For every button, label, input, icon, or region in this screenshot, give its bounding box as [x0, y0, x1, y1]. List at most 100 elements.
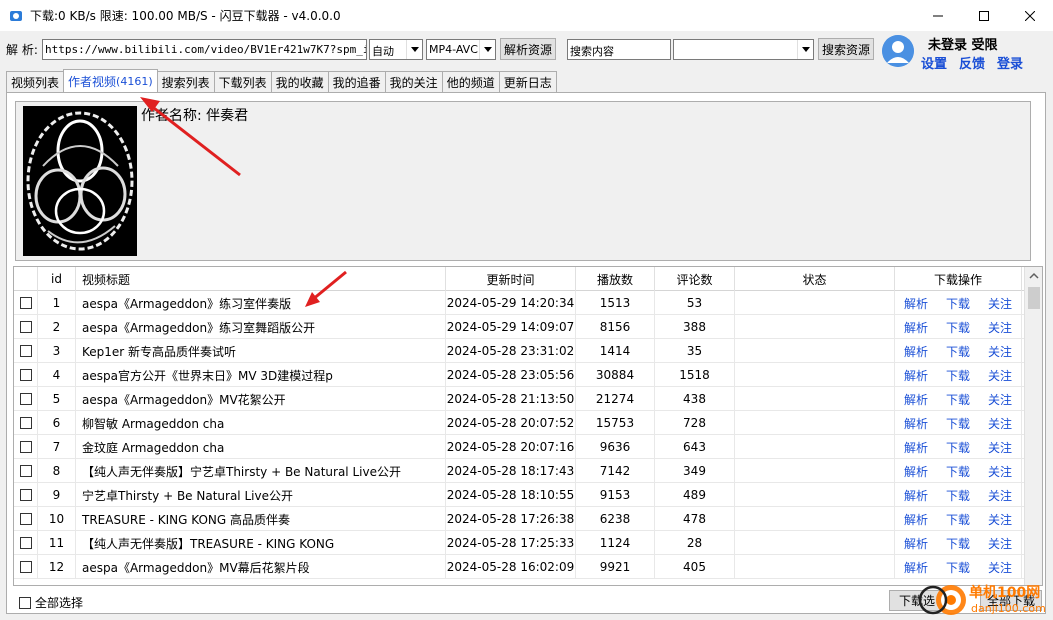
header-status[interactable]: 状态: [735, 267, 895, 291]
row-checkbox-box[interactable]: [19, 465, 32, 477]
row-checkbox-box[interactable]: [19, 297, 32, 309]
table-row[interactable]: 1 aespa《Armageddon》练习室伴奏版 2024-05-29 14:20…: [14, 291, 1024, 315]
follow-link[interactable]: 关注: [988, 367, 1012, 384]
tab-following[interactable]: 我的关注: [384, 71, 443, 92]
settings-link[interactable]: 设置: [921, 53, 947, 72]
row-checkbox-box[interactable]: [19, 537, 32, 549]
tab-download-list[interactable]: 下载列表: [213, 71, 272, 92]
row-checkbox[interactable]: [14, 507, 38, 531]
search-input[interactable]: 搜索内容: [567, 39, 671, 60]
row-checkbox-box[interactable]: [19, 417, 32, 429]
tab-changelog[interactable]: 更新日志: [498, 71, 557, 92]
row-checkbox[interactable]: [14, 387, 38, 411]
parse-link[interactable]: 解析: [904, 511, 928, 528]
download-link[interactable]: 下载: [946, 415, 970, 432]
download-link[interactable]: 下载: [946, 487, 970, 504]
parse-link[interactable]: 解析: [904, 391, 928, 408]
parse-link[interactable]: 解析: [904, 487, 928, 504]
row-checkbox-box[interactable]: [19, 321, 32, 333]
row-checkbox-box[interactable]: [19, 393, 32, 405]
follow-link[interactable]: 关注: [988, 295, 1012, 312]
follow-link[interactable]: 关注: [988, 319, 1012, 336]
parse-link[interactable]: 解析: [904, 295, 928, 312]
header-plays[interactable]: 播放数: [576, 267, 655, 291]
tab-favorites[interactable]: 我的收藏: [270, 71, 329, 92]
download-link[interactable]: 下载: [946, 463, 970, 480]
row-checkbox[interactable]: [14, 555, 38, 579]
row-checkbox-box[interactable]: [19, 369, 32, 381]
row-checkbox[interactable]: [14, 363, 38, 387]
parse-link[interactable]: 解析: [904, 415, 928, 432]
download-link[interactable]: 下载: [946, 559, 970, 576]
table-row[interactable]: 2 aespa《Armageddon》练习室舞蹈版公开 2024-05-29 14:…: [14, 315, 1024, 339]
parse-link[interactable]: 解析: [904, 343, 928, 360]
row-checkbox-box[interactable]: [19, 561, 32, 573]
parse-link[interactable]: 解析: [904, 367, 928, 384]
follow-link[interactable]: 关注: [988, 511, 1012, 528]
parse-link[interactable]: 解析: [904, 463, 928, 480]
search-button[interactable]: 搜索资源: [818, 38, 874, 60]
tab-following-series[interactable]: 我的追番: [327, 71, 386, 92]
row-checkbox[interactable]: [14, 291, 38, 315]
row-checkbox-box[interactable]: [19, 345, 32, 357]
follow-link[interactable]: 关注: [988, 439, 1012, 456]
search-combo[interactable]: [673, 39, 814, 60]
tab-search-list[interactable]: 搜索列表: [156, 71, 215, 92]
parse-link[interactable]: 解析: [904, 559, 928, 576]
table-row[interactable]: 12 aespa《Armageddon》MV幕后花絮片段 2024-05-28 16…: [14, 555, 1024, 579]
header-comments[interactable]: 评论数: [655, 267, 735, 291]
download-link[interactable]: 下载: [946, 367, 970, 384]
select-all[interactable]: 全部选择: [19, 594, 83, 611]
row-checkbox[interactable]: [14, 339, 38, 363]
follow-link[interactable]: 关注: [988, 463, 1012, 480]
follow-link[interactable]: 关注: [988, 343, 1012, 360]
tab-channels[interactable]: 他的频道: [441, 71, 500, 92]
parse-link[interactable]: 解析: [904, 319, 928, 336]
row-checkbox[interactable]: [14, 315, 38, 339]
follow-link[interactable]: 关注: [988, 415, 1012, 432]
row-checkbox-box[interactable]: [19, 513, 32, 525]
tab-video-list[interactable]: 视频列表: [6, 71, 65, 92]
header-time[interactable]: 更新时间: [446, 267, 576, 291]
parse-button[interactable]: 解析资源: [500, 38, 556, 60]
parse-link[interactable]: 解析: [904, 535, 928, 552]
header-title[interactable]: 视频标题: [76, 267, 446, 291]
parse-link[interactable]: 解析: [904, 439, 928, 456]
feedback-link[interactable]: 反馈: [959, 53, 985, 72]
row-checkbox-box[interactable]: [19, 489, 32, 501]
avatar[interactable]: [882, 35, 914, 67]
table-row[interactable]: 4 aespa官方公开《世界末日》MV 3D建模过程p 2024-05-28 23:…: [14, 363, 1024, 387]
row-checkbox-box[interactable]: [19, 441, 32, 453]
follow-link[interactable]: 关注: [988, 487, 1012, 504]
download-link[interactable]: 下载: [946, 439, 970, 456]
download-link[interactable]: 下载: [946, 343, 970, 360]
tab-author-videos[interactable]: 作者视频 (4161): [63, 69, 158, 92]
download-link[interactable]: 下载: [946, 319, 970, 336]
table-row[interactable]: 3 Kep1er 新专高品质伴奏试听 2024-05-28 23:31:02 1414…: [14, 339, 1024, 363]
table-row[interactable]: 9 宁艺卓Thirsty + Be Natural Live公开 2024-05-2…: [14, 483, 1024, 507]
quality-select[interactable]: 自动: [369, 39, 423, 60]
download-link[interactable]: 下载: [946, 535, 970, 552]
row-checkbox[interactable]: [14, 459, 38, 483]
row-checkbox[interactable]: [14, 435, 38, 459]
vertical-scrollbar[interactable]: [1024, 267, 1042, 585]
minimize-button[interactable]: [915, 0, 961, 31]
follow-link[interactable]: 关注: [988, 391, 1012, 408]
row-checkbox[interactable]: [14, 531, 38, 555]
follow-link[interactable]: 关注: [988, 559, 1012, 576]
header-id[interactable]: id: [38, 267, 76, 291]
close-button[interactable]: [1007, 0, 1053, 31]
download-link[interactable]: 下载: [946, 295, 970, 312]
table-row[interactable]: 11 【纯人声无伴奏版】TREASURE - KING KONG 2024-05-2…: [14, 531, 1024, 555]
table-row[interactable]: 8 【纯人声无伴奏版】宁艺卓Thirsty + Be Natural Live公开…: [14, 459, 1024, 483]
table-row[interactable]: 5 aespa《Armageddon》MV花絮公开 2024-05-28 21:13…: [14, 387, 1024, 411]
url-input[interactable]: https://www.bilibili.com/video/BV1Er421w…: [42, 39, 367, 60]
select-all-checkbox[interactable]: [19, 596, 31, 609]
table-row[interactable]: 6 柳智敏 Armageddon cha 2024-05-28 20:07:52 15…: [14, 411, 1024, 435]
maximize-button[interactable]: [961, 0, 1007, 31]
row-checkbox[interactable]: [14, 411, 38, 435]
format-select[interactable]: MP4-AVC: [426, 39, 496, 60]
table-row[interactable]: 10 TREASURE - KING KONG 高品质伴奏 2024-05-28 1…: [14, 507, 1024, 531]
row-checkbox[interactable]: [14, 483, 38, 507]
scrollbar-thumb[interactable]: [1028, 287, 1040, 309]
